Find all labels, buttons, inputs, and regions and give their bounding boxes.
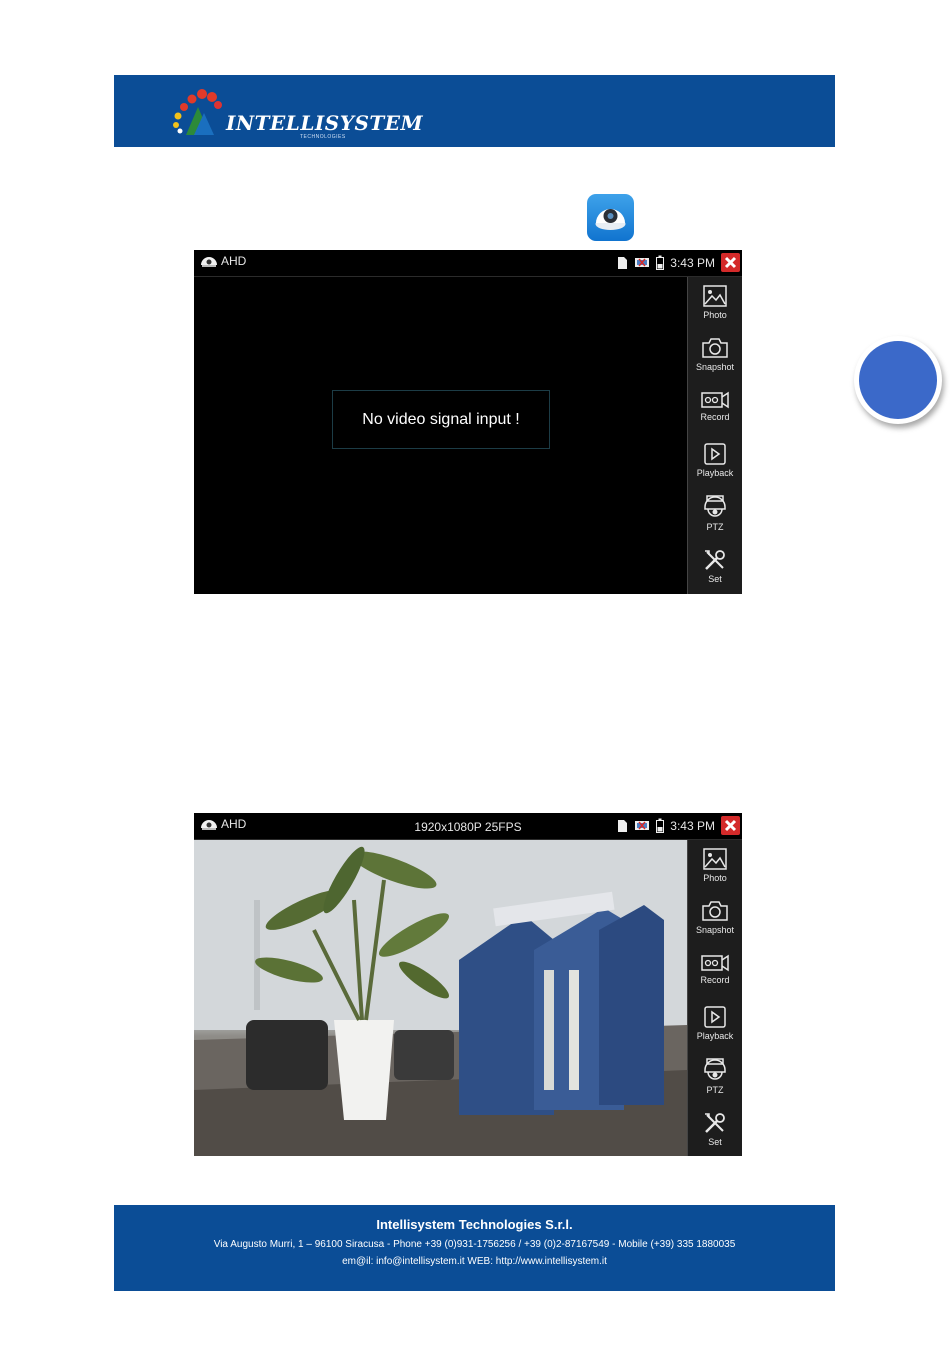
logo-subtitle: TECHNOLOGIES xyxy=(300,134,346,140)
sidebar-item-ptz[interactable]: PTZ xyxy=(688,494,742,532)
battery-icon xyxy=(656,255,665,270)
sidebar-item-label: Set xyxy=(708,1137,722,1147)
sidebar-item-playback[interactable]: Playback xyxy=(688,442,742,478)
video-camera-icon xyxy=(701,954,729,972)
live-video-feed xyxy=(194,840,687,1156)
no-signal-message: No video signal input ! xyxy=(332,390,550,449)
close-button[interactable] xyxy=(721,816,740,835)
sidebar-item-label: PTZ xyxy=(706,1085,724,1095)
footer-address: Via Augusto Murri, 1 – 96100 Siracusa - … xyxy=(213,1239,736,1250)
sidebar-item-label: PTZ xyxy=(706,522,724,532)
header-banner: INTELLISYSTEM TECHNOLOGIES xyxy=(114,75,835,147)
network-icon xyxy=(635,820,650,830)
sidebar-item-set[interactable]: Set xyxy=(688,1111,742,1147)
status-bar: AHD 1920x1080P 25FPS 3:43 PM xyxy=(194,813,742,840)
sidebar-item-label: Record xyxy=(700,412,730,422)
tester-screen-no-signal: AHD 3:43 PM No video signal input ! Phot… xyxy=(194,250,742,594)
sidebar-item-photo[interactable]: Photo xyxy=(688,284,742,320)
sidebar-item-label: Snapshot xyxy=(695,362,735,372)
battery-icon xyxy=(656,818,665,833)
sidebar-item-label: Playback xyxy=(696,1031,734,1041)
dome-camera-icon xyxy=(595,209,626,230)
office-scene-image xyxy=(194,840,687,1156)
camera-icon xyxy=(702,338,728,358)
sidebar-item-label: Snapshot xyxy=(695,925,735,935)
close-icon xyxy=(724,819,737,832)
sidebar-item-label: Set xyxy=(708,574,722,584)
dome-camera-icon xyxy=(201,257,217,267)
ptz-dome-icon xyxy=(704,495,726,517)
sidebar-item-label: Photo xyxy=(703,873,727,883)
footer-contact: em@il: info@intellisystem.it WEB: http:/… xyxy=(342,1256,607,1267)
play-icon xyxy=(704,443,726,465)
sd-card-icon xyxy=(618,257,628,269)
camera-icon xyxy=(702,901,728,921)
sd-card-icon xyxy=(618,820,628,832)
sidebar-item-snapshot[interactable]: Snapshot xyxy=(688,899,742,935)
tool-sidebar: Photo Snapshot Record Playback PTZ Set xyxy=(687,277,742,594)
sidebar-item-label: Playback xyxy=(696,468,734,478)
sidebar-item-record[interactable]: Record xyxy=(688,390,742,422)
intellisystem-logo: INTELLISYSTEM TECHNOLOGIES xyxy=(168,85,423,140)
video-camera-icon xyxy=(701,391,729,409)
tools-icon xyxy=(705,550,725,570)
footer-banner: Intellisystem Technologies S.r.l. Via Au… xyxy=(114,1205,835,1291)
close-button[interactable] xyxy=(721,253,740,272)
close-icon xyxy=(724,256,737,269)
tools-icon xyxy=(705,1113,725,1133)
photo-icon xyxy=(703,848,727,870)
play-icon xyxy=(704,1006,726,1028)
badge-circle xyxy=(859,341,937,419)
status-app: AHD xyxy=(200,253,246,269)
logo-spheres-icon xyxy=(173,89,222,135)
status-bar: AHD 3:43 PM xyxy=(194,250,742,277)
sidebar-item-label: Record xyxy=(700,975,730,985)
status-icons: 3:43 PM xyxy=(617,253,740,272)
status-time: 3:43 PM xyxy=(670,818,715,833)
sidebar-item-record[interactable]: Record xyxy=(688,953,742,985)
sidebar-item-set[interactable]: Set xyxy=(688,548,742,584)
page-section-badge xyxy=(854,336,942,424)
logo-text: INTELLISYSTEM xyxy=(226,111,424,135)
app-label: AHD xyxy=(221,254,247,268)
tool-sidebar: Photo Snapshot Record Playback PTZ Set xyxy=(687,840,742,1156)
sidebar-item-snapshot[interactable]: Snapshot xyxy=(688,336,742,372)
sidebar-item-playback[interactable]: Playback xyxy=(688,1005,742,1041)
photo-icon xyxy=(703,285,727,307)
status-time: 3:43 PM xyxy=(670,255,715,270)
ptz-dome-icon xyxy=(704,1058,726,1080)
status-icons: 3:43 PM xyxy=(617,816,740,835)
tester-screen-live-video: AHD 1920x1080P 25FPS 3:43 PM Photo Snaps… xyxy=(194,813,742,1156)
network-icon xyxy=(635,257,650,267)
sidebar-item-ptz[interactable]: PTZ xyxy=(688,1057,742,1095)
sidebar-item-photo[interactable]: Photo xyxy=(688,847,742,883)
ahd-app-icon[interactable] xyxy=(587,194,634,241)
sidebar-item-label: Photo xyxy=(703,310,727,320)
footer-company: Intellisystem Technologies S.r.l. xyxy=(376,1217,573,1232)
